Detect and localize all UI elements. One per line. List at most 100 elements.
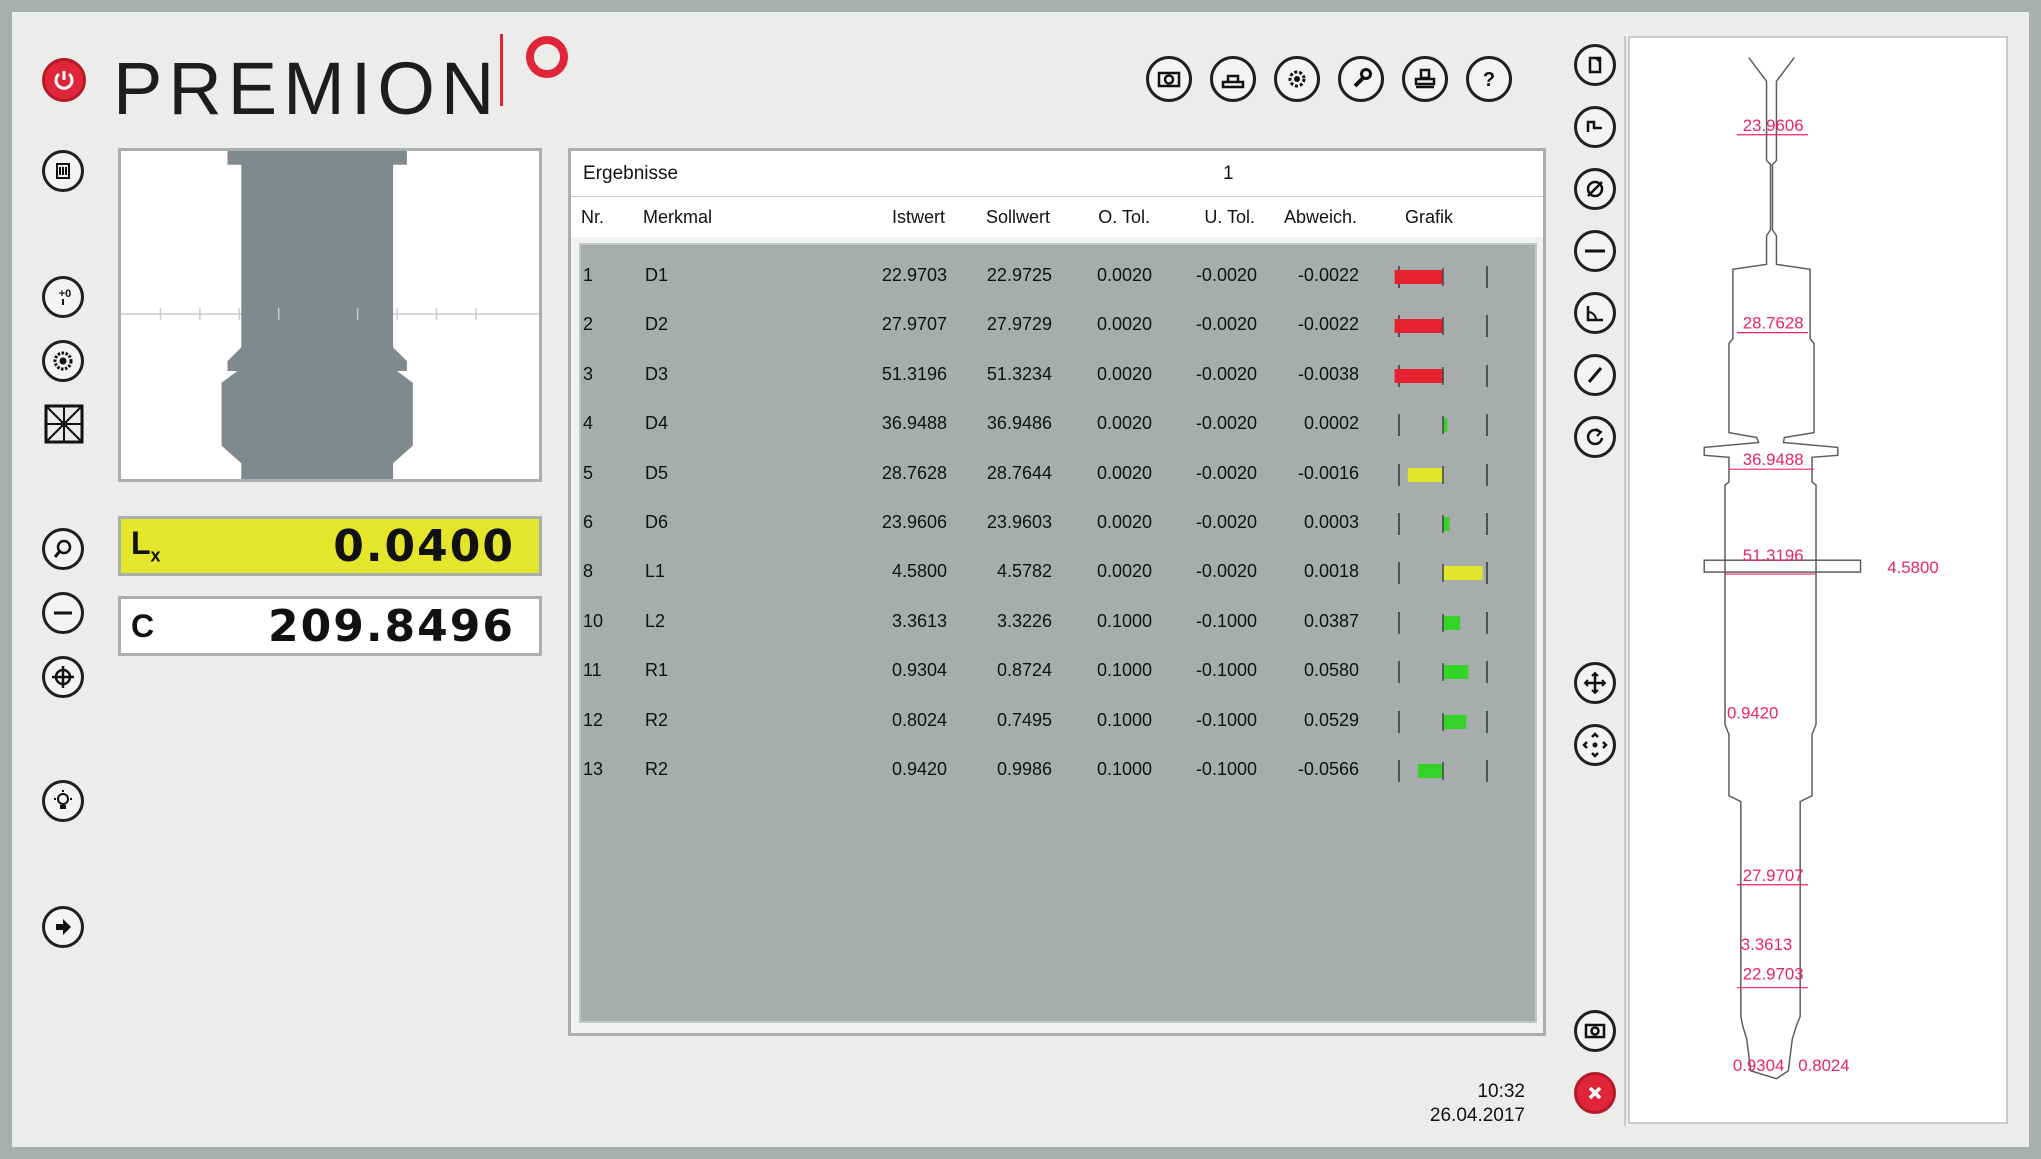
profile-label-l2: 3.3613 — [1741, 935, 1792, 954]
help-icon: ? — [1483, 69, 1495, 91]
table-row[interactable]: 5 D5 28.7628 28.7644 0.0020 -0.0020 -0.0016 — [581, 451, 1535, 500]
rotate-button[interactable] — [1574, 416, 1616, 458]
center-button[interactable] — [1574, 724, 1616, 766]
cell-merkmal: D6 — [645, 512, 669, 532]
line-button[interactable] — [1574, 230, 1616, 272]
cell-abweich: 0.0529 — [1303, 709, 1359, 730]
cell-sollwert: 0.9986 — [996, 759, 1052, 779]
cell-istwert: 0.9420 — [891, 759, 947, 779]
list-button[interactable] — [42, 150, 84, 192]
profile-view[interactable]: 23.9606 28.7628 36.9488 51.3196 4.5800 0… — [1628, 36, 2008, 1124]
close-icon — [1588, 1086, 1602, 1100]
cell-merkmal: R2 — [645, 709, 669, 730]
table-row[interactable]: 3 D3 51.3196 51.3234 0.0020 -0.0020 -0.0038 — [581, 352, 1535, 401]
deviation-bar — [1398, 611, 1488, 634]
results-table[interactable]: 1 D1 22.9703 22.9725 0.0020 -0.0020 -0.0022 2 D2… — [579, 243, 1537, 1023]
cell-abweich: 0.0018 — [1303, 561, 1359, 582]
cell-otol: 0.0020 — [1096, 561, 1152, 582]
stamp-button[interactable] — [1402, 56, 1448, 102]
cell-sollwert: 36.9486 — [986, 413, 1052, 434]
cell-sollwert: 3.3226 — [996, 610, 1052, 631]
power-icon — [54, 71, 74, 90]
cell-abweich: 0.0002 — [1303, 413, 1359, 434]
diameter-button[interactable] — [1574, 168, 1616, 210]
move-button[interactable] — [1574, 662, 1616, 704]
cell-utol: -0.0020 — [1195, 265, 1257, 285]
profile-label-r12: 0.8024 — [1798, 1056, 1849, 1075]
results-panel: Ergebnisse 1 Nr. Merkmal Istwert Sollwer… — [568, 148, 1546, 1036]
power-button[interactable] — [42, 58, 86, 102]
cell-sollwert: 28.7644 — [986, 462, 1052, 483]
deviation-bar — [1394, 266, 1488, 288]
radius-button[interactable] — [1574, 354, 1616, 396]
cell-utol: -0.1000 — [1195, 660, 1257, 681]
new-document-button[interactable] — [1574, 44, 1616, 86]
cell-abweich: -0.0038 — [1297, 363, 1359, 384]
cell-nr: 2 — [583, 314, 594, 335]
settings-button[interactable] — [1274, 56, 1320, 102]
table-row[interactable]: 6 D6 23.9606 23.9603 0.0020 -0.0020 0.0003 — [581, 500, 1535, 549]
col-abweich: Abweich. — [1283, 206, 1357, 227]
radius-icon — [1587, 367, 1603, 383]
close-button[interactable] — [1574, 1072, 1616, 1114]
trace-button[interactable] — [1574, 106, 1616, 148]
cell-abweich: 0.0387 — [1303, 610, 1359, 631]
table-row[interactable]: 2 D2 27.9707 27.9729 0.0020 -0.0020 -0.0022 — [581, 302, 1535, 351]
camera-button[interactable] — [1146, 56, 1192, 102]
profile-label-r11: 0.9304 — [1733, 1056, 1784, 1075]
grid-button[interactable] — [44, 404, 84, 444]
cell-otol: 0.1000 — [1096, 759, 1152, 779]
cell-nr: 5 — [583, 462, 594, 483]
table-row[interactable]: 11 R1 0.9304 0.8724 0.1000 -0.1000 0.0580 — [581, 648, 1535, 697]
measure-table-icon — [1221, 74, 1245, 89]
deviation-bar — [1398, 463, 1488, 486]
col-utol: U. Tol. — [1204, 206, 1255, 227]
next-arrow-icon — [56, 919, 71, 935]
col-nr: Nr. — [581, 206, 605, 227]
results-number: 1 — [1223, 162, 1234, 184]
col-istwert: Istwert — [891, 206, 945, 227]
camera-icon — [1157, 71, 1181, 88]
table-row[interactable]: 4 D4 36.9488 36.9486 0.0020 -0.0020 0.0002 — [581, 401, 1535, 450]
target-button[interactable] — [42, 656, 84, 698]
cell-otol: 0.0020 — [1096, 462, 1152, 483]
service-button[interactable] — [1338, 56, 1384, 102]
deviation-bar — [1398, 661, 1488, 684]
deviation-bar — [1398, 562, 1488, 585]
cell-istwert: 51.3196 — [881, 363, 947, 384]
table-row[interactable]: 8 L1 4.5800 4.5782 0.0020 -0.0020 0.0018 — [581, 549, 1535, 598]
cell-otol: 0.0020 — [1096, 265, 1152, 285]
lx-value: 0.0400 — [333, 520, 515, 572]
cell-merkmal: D3 — [645, 363, 669, 384]
cell-nr: 1 — [583, 265, 594, 285]
next-button[interactable] — [42, 906, 84, 948]
angle-button[interactable] — [1574, 292, 1616, 334]
table-row[interactable]: 1 D1 22.9703 22.9725 0.0020 -0.0020 -0.0022 — [581, 253, 1535, 302]
cell-utol: -0.0020 — [1195, 413, 1257, 434]
premion-logo: PREMION — [113, 47, 501, 130]
minus-button[interactable] — [42, 592, 84, 634]
cell-sollwert: 23.9603 — [986, 512, 1052, 532]
profile-label-d3: 51.3196 — [1743, 546, 1804, 565]
profile-label-r13: 0.9420 — [1727, 704, 1778, 723]
angle-icon — [1586, 306, 1603, 322]
clock: 10:32 26.04.2017 — [1430, 1080, 1525, 1128]
camera-preview[interactable] — [118, 148, 542, 482]
cell-merkmal: D1 — [645, 265, 669, 285]
table-row[interactable]: 13 R2 0.9420 0.9986 0.1000 -0.1000 -0.0566 — [581, 747, 1535, 796]
measure-table-button[interactable] — [1210, 56, 1256, 102]
lens-button[interactable] — [42, 340, 84, 382]
zoom-button[interactable] — [42, 528, 84, 570]
table-row[interactable]: 10 L2 3.3613 3.3226 0.1000 -0.1000 0.0387 — [581, 599, 1535, 648]
cell-nr: 3 — [583, 363, 594, 384]
deviation-bar — [1394, 364, 1488, 387]
cell-otol: 0.0020 — [1096, 363, 1152, 384]
light-button[interactable] — [42, 780, 84, 822]
help-button[interactable]: ? — [1466, 56, 1512, 102]
profile-camera-button[interactable] — [1574, 1010, 1616, 1052]
table-row[interactable]: 12 R2 0.8024 0.7495 0.1000 -0.1000 0.0529 — [581, 698, 1535, 747]
zero-set-button[interactable]: +0 — [42, 276, 84, 318]
cell-nr: 11 — [583, 660, 602, 681]
profile-label-l1: 4.5800 — [1887, 558, 1938, 577]
cell-istwert: 0.8024 — [891, 709, 947, 730]
